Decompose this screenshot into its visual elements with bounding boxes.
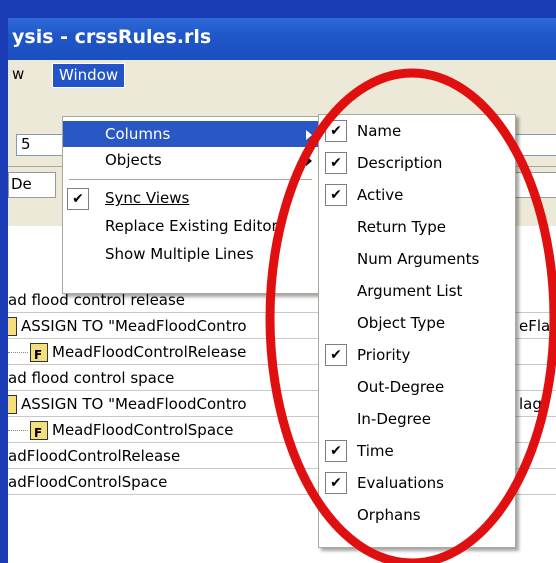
- tree-row-label: adFloodControlRelease: [8, 447, 181, 465]
- tab-description[interactable]: De: [8, 172, 56, 198]
- check-icon: ✔: [325, 472, 347, 494]
- menu-window[interactable]: Window: [52, 63, 126, 88]
- tree-connector: [8, 430, 28, 431]
- column-item-in-degree[interactable]: In-Degree: [319, 403, 515, 435]
- tree-row-label: MeadFloodControlSpace: [52, 421, 234, 439]
- menu-item-label: Columns: [105, 125, 171, 143]
- slide-frame-top: [0, 0, 556, 18]
- check-icon: ✔: [325, 152, 347, 174]
- column-item-evaluations[interactable]: ✔ Evaluations: [319, 467, 515, 499]
- title-bar: ysis - crssRules.rls: [8, 18, 556, 60]
- tab-description-label: De: [11, 175, 32, 193]
- menu-item-columns[interactable]: Columns: [63, 121, 318, 147]
- document-icon: [8, 395, 17, 414]
- columns-submenu: ✔ Name ✔ Description ✔ Active Return Typ…: [318, 114, 516, 548]
- column-item-label: Num Arguments: [357, 250, 480, 268]
- column-item-label: Active: [357, 186, 404, 204]
- window-title: ysis - crssRules.rls: [12, 26, 212, 48]
- column-item-argument-list[interactable]: Argument List: [319, 275, 515, 307]
- application-window: ysis - crssRules.rls w Window 5 De ad fl…: [8, 18, 556, 563]
- column-item-active[interactable]: ✔ Active: [319, 179, 515, 211]
- check-icon: ✔: [325, 344, 347, 366]
- tree-row-label: ad flood control space: [8, 369, 175, 387]
- menu-item-show-multiple-lines[interactable]: Show Multiple Lines: [63, 241, 318, 267]
- column-item-label: Priority: [357, 346, 411, 364]
- tree-row-label: ASSIGN TO "MeadFloodContro: [21, 317, 247, 335]
- column-item-orphans[interactable]: Orphans: [319, 499, 515, 531]
- toolbar-field-value: 5: [21, 135, 31, 153]
- rule-file-icon: F: [30, 421, 48, 440]
- tree-connector: [8, 352, 28, 353]
- check-icon: ✔: [67, 188, 89, 210]
- menu-item-label: Sync Views: [105, 189, 190, 207]
- column-item-label: Out-Degree: [357, 378, 445, 396]
- check-icon: ✔: [325, 440, 347, 462]
- column-item-out-degree[interactable]: Out-Degree: [319, 371, 515, 403]
- tree-row-cell-text: eFla: [519, 317, 551, 335]
- column-item-label: Time: [357, 442, 394, 460]
- window-menu: Columns Objects ✔ Sync Views Replace Exi…: [62, 116, 319, 294]
- column-item-description[interactable]: ✔ Description: [319, 147, 515, 179]
- menu-separator: [69, 179, 312, 180]
- menu-item-objects[interactable]: Objects: [63, 147, 318, 173]
- tree-row-label: MeadFloodControlRelease: [52, 343, 247, 361]
- column-item-name[interactable]: ✔ Name: [319, 115, 515, 147]
- column-item-return-type[interactable]: Return Type: [319, 211, 515, 243]
- menu-item-sync-views[interactable]: ✔ Sync Views: [63, 185, 318, 211]
- menu-item-label: Objects: [105, 151, 162, 169]
- check-icon: ✔: [325, 184, 347, 206]
- tree-row-label: adFloodControlSpace: [8, 473, 168, 491]
- menu-view[interactable]: w: [8, 63, 30, 86]
- column-item-priority[interactable]: ✔ Priority: [319, 339, 515, 371]
- column-item-label: Object Type: [357, 314, 446, 332]
- document-icon: [8, 317, 17, 336]
- tree-row-cell-text: lag: [519, 395, 542, 413]
- chevron-right-icon: [306, 156, 312, 166]
- column-item-time[interactable]: ✔ Time: [319, 435, 515, 467]
- column-item-num-arguments[interactable]: Num Arguments: [319, 243, 515, 275]
- rule-file-icon: F: [30, 343, 48, 362]
- check-icon: ✔: [325, 120, 347, 142]
- menu-item-label: Replace Existing Editor: [105, 217, 278, 235]
- column-item-label: Orphans: [357, 506, 421, 524]
- column-item-label: Return Type: [357, 218, 446, 236]
- column-item-label: In-Degree: [357, 410, 431, 428]
- menu-item-label: Show Multiple Lines: [105, 245, 254, 263]
- column-item-label: Description: [357, 154, 443, 172]
- slide-frame-left: [0, 0, 8, 563]
- column-item-object-type[interactable]: Object Type: [319, 307, 515, 339]
- column-item-label: Argument List: [357, 282, 463, 300]
- menu-item-replace-existing-editor[interactable]: Replace Existing Editor: [63, 213, 318, 239]
- column-item-label: Name: [357, 122, 402, 140]
- column-item-label: Evaluations: [357, 474, 444, 492]
- menu-bar: w Window: [8, 60, 556, 90]
- tree-row-label: ASSIGN TO "MeadFloodContro: [21, 395, 247, 413]
- chevron-right-icon: [306, 130, 312, 140]
